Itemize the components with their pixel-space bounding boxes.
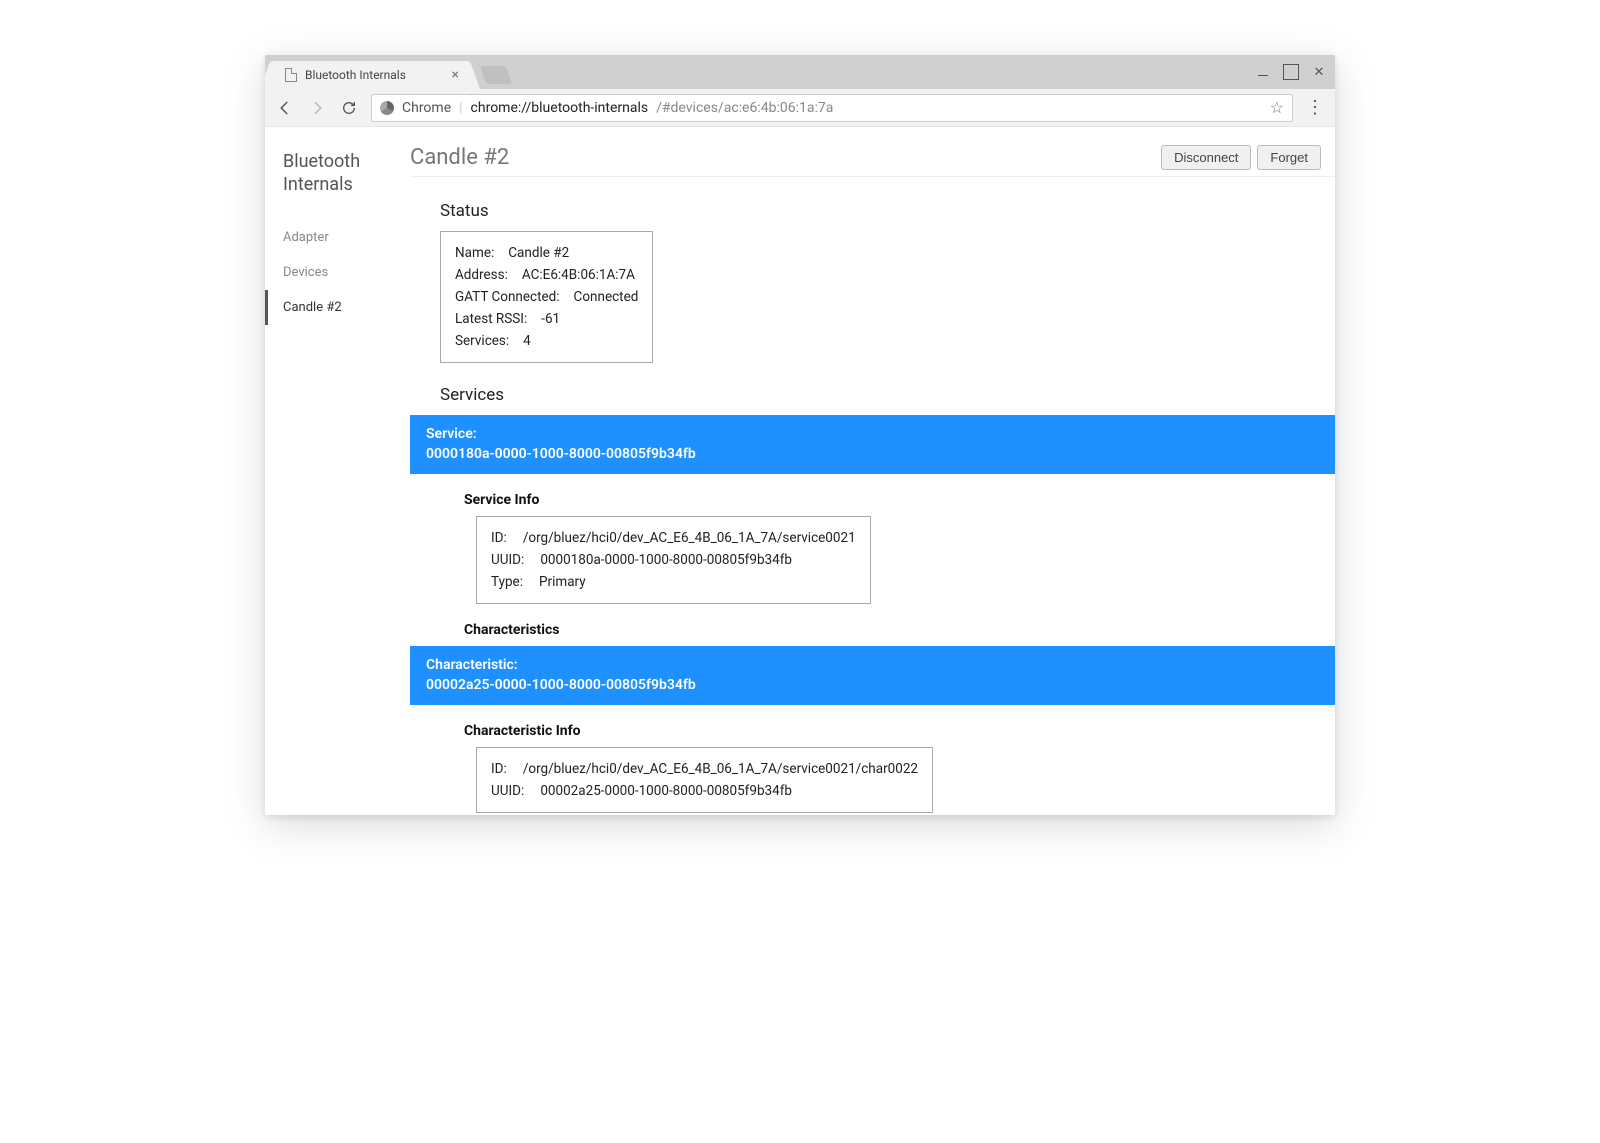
bookmark-star-icon[interactable]: ☆ — [1270, 98, 1284, 117]
disconnect-button[interactable]: Disconnect — [1161, 145, 1251, 170]
window-controls — [1255, 55, 1327, 89]
service-type-value: Primary — [539, 574, 586, 590]
status-gatt-value: Connected — [574, 289, 639, 305]
service-banner-uuid: 0000180a-0000-1000-8000-00805f9b34fb — [426, 446, 696, 462]
characteristic-info-box: ID/org/bluez/hci0/dev_AC_E6_4B_06_1A_7A/… — [476, 747, 933, 813]
status-gatt-label: GATT Connected — [455, 289, 560, 305]
characteristic-banner[interactable]: Characteristic: 00002a25-0000-1000-8000-… — [410, 646, 1335, 705]
url-scheme: Chrome — [402, 100, 451, 116]
window-maximize-icon[interactable] — [1283, 64, 1299, 80]
browser-tab[interactable]: Bluetooth Internals × — [275, 61, 465, 89]
service-uuid-value: 0000180a-0000-1000-8000-00805f9b34fb — [540, 552, 792, 568]
tab-title: Bluetooth Internals — [305, 68, 406, 82]
status-rssi-value: -61 — [541, 311, 560, 327]
tab-bar: Bluetooth Internals × — [265, 55, 1335, 89]
url-host: chrome://bluetooth-internals — [471, 100, 649, 116]
window-close-icon[interactable] — [1311, 64, 1327, 80]
status-address-value: AC:E6:4B:06:1A:7A — [522, 267, 635, 283]
chrome-icon — [380, 101, 394, 115]
service-banner[interactable]: Service: 0000180a-0000-1000-8000-00805f9… — [410, 415, 1335, 474]
sidebar-item-candle-2[interactable]: Candle #2 — [265, 290, 410, 325]
document-icon — [285, 68, 297, 82]
status-heading: Status — [440, 201, 1335, 221]
window-minimize-icon[interactable] — [1255, 64, 1271, 80]
content-area: Bluetooth Internals Adapter Devices Cand… — [265, 127, 1335, 815]
browser-window: Bluetooth Internals × Chrome | chrome://… — [265, 55, 1335, 815]
forget-button[interactable]: Forget — [1257, 145, 1321, 170]
char-uuid-label: UUID — [491, 783, 524, 799]
forward-button[interactable] — [303, 94, 331, 122]
page-title: Candle #2 — [410, 145, 509, 170]
tab-close-icon[interactable]: × — [452, 67, 459, 83]
service-info-heading: Service Info — [464, 492, 1335, 508]
service-uuid-label: UUID — [491, 552, 524, 568]
reload-button[interactable] — [335, 94, 363, 122]
back-button[interactable] — [271, 94, 299, 122]
page-header: Candle #2 Disconnect Forget — [410, 145, 1335, 177]
sidebar-item-devices[interactable]: Devices — [283, 255, 410, 290]
sidebar: Bluetooth Internals Adapter Devices Cand… — [265, 127, 410, 815]
services-heading: Services — [440, 385, 1335, 405]
characteristic-info-heading: Characteristic Info — [464, 723, 1335, 739]
status-name-label: Name — [455, 245, 494, 261]
url-path: /#devices/ac:e6:4b:06:1a:7a — [656, 100, 833, 116]
char-uuid-value: 00002a25-0000-1000-8000-00805f9b34fb — [540, 783, 792, 799]
characteristic-banner-uuid: 00002a25-0000-1000-8000-00805f9b34fb — [426, 677, 696, 693]
main-panel: Candle #2 Disconnect Forget Status Name C… — [410, 127, 1335, 815]
omnibox[interactable]: Chrome | chrome://bluetooth-internals /#d… — [371, 94, 1293, 122]
status-box: Name Candle #2 Address AC:E6:4B:06:1A:7A G… — [440, 231, 653, 363]
service-banner-label: Service: — [426, 425, 1321, 445]
sidebar-title-line1: Bluetooth — [283, 151, 360, 172]
new-tab-button[interactable] — [480, 66, 513, 84]
status-services-value: 4 — [523, 333, 531, 349]
status-name-value: Candle #2 — [508, 245, 569, 261]
char-id-value: /org/bluez/hci0/dev_AC_E6_4B_06_1A_7A/se… — [523, 761, 918, 777]
sidebar-title: Bluetooth Internals — [283, 151, 410, 196]
main-scroll[interactable]: Status Name Candle #2 Address AC:E6:4B:06:… — [410, 177, 1335, 815]
service-info-box: ID/org/bluez/hci0/dev_AC_E6_4B_06_1A_7A/… — [476, 516, 871, 604]
service-id-value: /org/bluez/hci0/dev_AC_E6_4B_06_1A_7A/se… — [523, 530, 856, 546]
address-bar: Chrome | chrome://bluetooth-internals /#d… — [265, 89, 1335, 127]
char-id-label: ID — [491, 761, 507, 777]
sidebar-item-adapter[interactable]: Adapter — [283, 220, 410, 255]
characteristics-heading: Characteristics — [464, 622, 1335, 638]
status-address-label: Address — [455, 267, 508, 283]
header-buttons: Disconnect Forget — [1161, 145, 1321, 170]
sidebar-title-line2: Internals — [283, 174, 353, 195]
characteristic-banner-label: Characteristic: — [426, 656, 1321, 676]
service-type-label: Type — [491, 574, 523, 590]
status-rssi-label: Latest RSSI — [455, 311, 527, 327]
status-services-label: Services — [455, 333, 509, 349]
service-id-label: ID — [491, 530, 507, 546]
browser-menu-button[interactable]: ⋮ — [1301, 94, 1329, 122]
url-separator: | — [459, 100, 462, 116]
